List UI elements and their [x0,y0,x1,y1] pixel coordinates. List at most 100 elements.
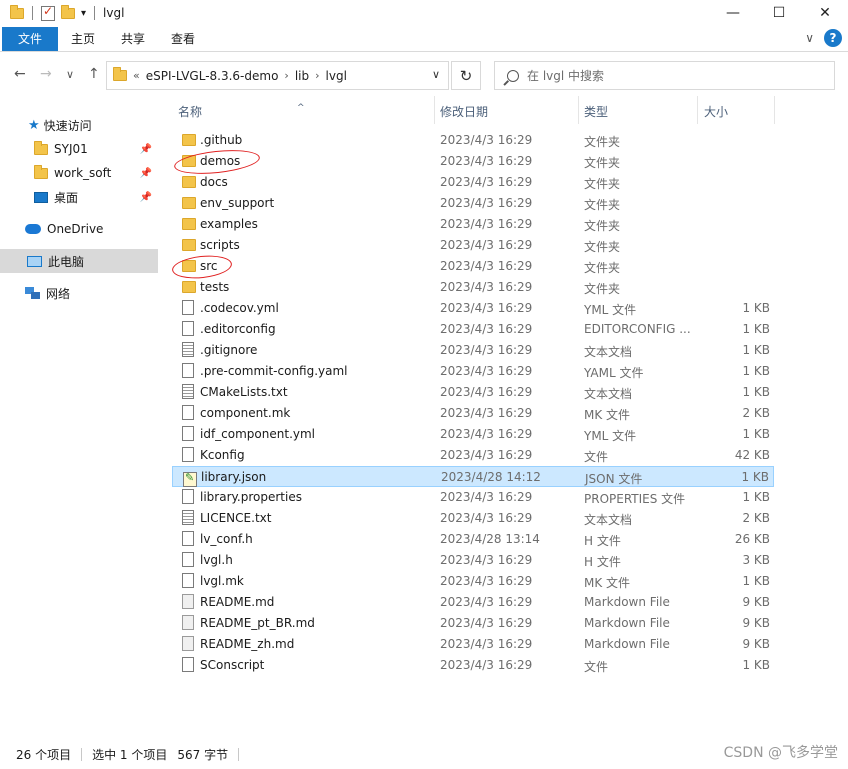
tab-share[interactable]: 共享 [108,27,158,51]
text-file-icon [182,384,194,399]
file-row[interactable]: demos 2023/4/3 16:29 文件夹 [172,151,774,172]
file-row[interactable]: .codecov.yml 2023/4/3 16:29 YML 文件 1 KB [172,298,774,319]
sidebar-item-this-pc[interactable]: 此电脑 [0,249,158,273]
file-name: lv_conf.h [200,532,253,546]
up-button[interactable]: ↑ [88,66,100,82]
file-name: SConscript [200,658,265,672]
close-button[interactable]: ✕ [802,0,848,26]
sidebar-item-quick-access[interactable]: ★ 快速访问 [0,113,158,137]
column-divider[interactable] [774,96,775,124]
tab-home[interactable]: 主页 [58,27,108,51]
file-row[interactable]: CMakeLists.txt 2023/4/3 16:29 文本文档 1 KB [172,382,774,403]
sidebar-item-desktop[interactable]: 桌面 📌 [0,185,158,209]
file-row[interactable]: library.properties 2023/4/3 16:29 PROPERTI… [172,487,774,508]
breadcrumb-item[interactable]: lvgl [326,69,347,83]
breadcrumb-item[interactable]: eSPI-LVGL-8.3.6-demo [146,69,279,83]
file-row[interactable]: README.md 2023/4/3 16:29 Markdown File 9 KB [172,592,774,613]
window-controls: — ☐ ✕ [710,0,848,26]
sidebar-item-label: 网络 [46,286,71,301]
file-modified: 2023/4/3 16:29 [440,616,533,630]
file-row[interactable]: docs 2023/4/3 16:29 文件夹 [172,172,774,193]
file-row[interactable]: lvgl.h 2023/4/3 16:29 H 文件 3 KB [172,550,774,571]
sidebar-item-work-soft[interactable]: work_soft 📌 [0,161,158,185]
file-size: 26 KB [734,532,770,546]
chevron-right-icon[interactable]: › [284,69,288,82]
file-modified: 2023/4/3 16:29 [440,448,533,462]
file-row[interactable]: .github 2023/4/3 16:29 文件夹 [172,130,774,151]
file-row[interactable]: Kconfig 2023/4/3 16:29 文件 42 KB [172,445,774,466]
text-file-icon [182,510,194,525]
status-selected-size: 567 字节 [177,748,229,762]
file-row[interactable]: scripts 2023/4/3 16:29 文件夹 [172,235,774,256]
sidebar-item-network[interactable]: 网络 [0,281,158,305]
file-row[interactable]: README_zh.md 2023/4/3 16:29 Markdown File 9… [172,634,774,655]
back-button[interactable]: ← [14,66,26,82]
file-row[interactable]: src 2023/4/3 16:29 文件夹 [172,256,774,277]
minimize-button[interactable]: — [710,0,756,26]
column-header-modified[interactable]: 修改日期 [440,103,488,120]
file-modified: 2023/4/3 16:29 [440,322,533,336]
column-divider[interactable] [434,96,435,124]
chevron-down-icon[interactable]: ∨ [432,68,440,81]
file-row[interactable]: .gitignore 2023/4/3 16:29 文本文档 1 KB [172,340,774,361]
column-header-size[interactable]: 大小 [704,103,728,120]
file-row[interactable]: lvgl.mk 2023/4/3 16:29 MK 文件 1 KB [172,571,774,592]
breadcrumb-item[interactable]: lib [295,69,309,83]
file-row[interactable]: .editorconfig 2023/4/3 16:29 EDITORCONFIG … [172,319,774,340]
search-input[interactable]: 在 lvgl 中搜索 [527,67,604,84]
markdown-file-icon [182,615,194,630]
file-row[interactable]: library.json 2023/4/28 14:12 JSON 文件 1 KB [172,466,774,487]
new-folder-icon[interactable] [61,4,75,19]
folder-icon [182,197,196,209]
file-name: LICENCE.txt [200,511,272,525]
search-box[interactable]: 在 lvgl 中搜索 [494,61,835,90]
file-size: 1 KB [741,470,769,484]
file-row[interactable]: env_support 2023/4/3 16:29 文件夹 [172,193,774,214]
help-icon[interactable]: ? [824,29,842,47]
file-size: 1 KB [742,574,770,588]
file-size: 1 KB [742,322,770,336]
file-type: Markdown File [584,637,670,651]
folder-icon [10,4,24,19]
column-divider[interactable] [578,96,579,124]
sidebar-item-syj01[interactable]: SYJ01 📌 [0,137,158,161]
status-separator [238,748,240,761]
forward-button[interactable]: → [40,66,52,82]
breadcrumb-overflow[interactable]: « [133,69,140,82]
file-size: 3 KB [742,553,770,567]
file-modified: 2023/4/3 16:29 [440,175,533,189]
file-row[interactable]: .pre-commit-config.yaml 2023/4/3 16:29 YAM… [172,361,774,382]
address-bar[interactable]: « eSPI-LVGL-8.3.6-demo › lib › lvgl ∨ [106,61,449,90]
file-row[interactable]: README_pt_BR.md 2023/4/3 16:29 Markdown Fi… [172,613,774,634]
file-row[interactable]: SConscript 2023/4/3 16:29 文件 1 KB [172,655,774,676]
navigation-bar: ← → ∨ ↑ « eSPI-LVGL-8.3.6-demo › lib › l… [0,58,848,92]
tab-file[interactable]: 文件 [2,26,58,51]
recent-locations-button[interactable]: ∨ [66,68,74,81]
file-row[interactable]: examples 2023/4/3 16:29 文件夹 [172,214,774,235]
column-header-name[interactable]: 名称 [178,103,202,120]
folder-icon [34,164,48,179]
sidebar-item-onedrive[interactable]: OneDrive [0,217,158,241]
maximize-button[interactable]: ☐ [756,0,802,26]
file-row[interactable]: LICENCE.txt 2023/4/3 16:29 文本文档 2 KB [172,508,774,529]
column-divider[interactable] [697,96,698,124]
sidebar-item-label: work_soft [54,166,112,180]
refresh-button[interactable]: ↻ [451,61,481,90]
tab-view[interactable]: 查看 [158,27,208,51]
file-row[interactable]: idf_component.yml 2023/4/3 16:29 YML 文件 1 K… [172,424,774,445]
chevron-right-icon[interactable]: › [315,69,319,82]
file-modified: 2023/4/3 16:29 [440,301,533,315]
expand-ribbon-icon[interactable]: ∨ [805,31,814,45]
folder-icon [182,218,196,230]
customize-toolbar-icon[interactable]: ▾ [81,8,86,19]
column-header-type[interactable]: 类型 [584,103,608,120]
file-type: JSON 文件 [585,472,643,486]
file-row[interactable]: lv_conf.h 2023/4/28 13:14 H 文件 26 KB [172,529,774,550]
properties-icon[interactable] [41,4,55,21]
file-icon [182,573,194,588]
file-row[interactable]: tests 2023/4/3 16:29 文件夹 [172,277,774,298]
file-type: 文本文档 [584,513,633,527]
file-row[interactable]: component.mk 2023/4/3 16:29 MK 文件 2 KB [172,403,774,424]
sidebar-item-label: SYJ01 [54,142,88,156]
file-size: 9 KB [742,595,770,609]
